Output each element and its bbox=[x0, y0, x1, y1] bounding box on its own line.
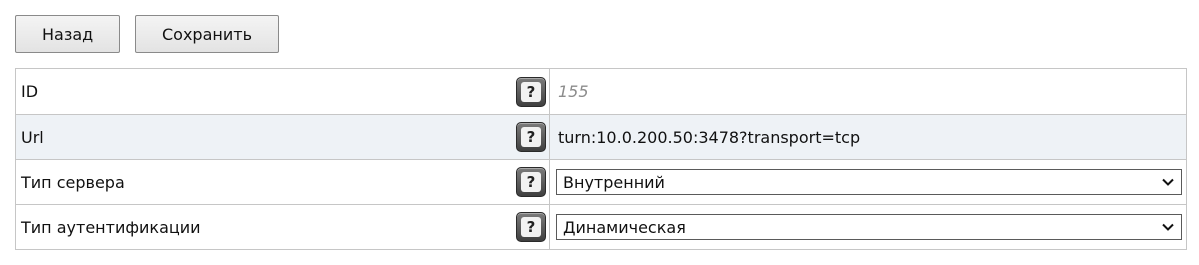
help-glyph: ? bbox=[521, 127, 541, 147]
value-cell: turn:10.0.200.50:3478?transport=tcp bbox=[549, 115, 1186, 159]
help-question-icon[interactable]: ? bbox=[516, 167, 546, 197]
field-label-server-type: Тип сервера bbox=[21, 172, 125, 192]
auth-type-select[interactable]: Динамическая bbox=[556, 214, 1182, 240]
id-value: 155 bbox=[558, 82, 589, 101]
help-question-icon[interactable]: ? bbox=[516, 76, 546, 107]
form-row-url: Url ? turn:10.0.200.50:3478?transport=tc… bbox=[16, 114, 1186, 159]
back-button[interactable]: Назад bbox=[15, 15, 120, 53]
help-glyph: ? bbox=[521, 217, 541, 237]
label-cell: Тип аутентификации ? bbox=[16, 205, 549, 249]
help-question-icon[interactable]: ? bbox=[516, 212, 546, 242]
form-row-server-type: Тип сервера ? Внутренний bbox=[16, 159, 1186, 204]
label-cell: ID ? bbox=[16, 69, 549, 114]
field-label-id: ID bbox=[21, 82, 39, 101]
server-type-selected-value: Внутренний bbox=[563, 172, 665, 192]
url-value[interactable]: turn:10.0.200.50:3478?transport=tcp bbox=[556, 128, 860, 147]
chevron-down-icon bbox=[1162, 223, 1174, 231]
value-cell: 155 bbox=[549, 69, 1186, 114]
value-cell: Внутренний bbox=[549, 160, 1186, 204]
help-glyph: ? bbox=[521, 172, 541, 192]
value-cell: Динамическая bbox=[549, 205, 1186, 249]
form-row-id: ID ? 155 bbox=[16, 69, 1186, 114]
field-label-url: Url bbox=[21, 127, 44, 147]
settings-form: ID ? 155 Url ? turn:10.0.200.50:3478?tra… bbox=[15, 68, 1187, 250]
auth-type-selected-value: Динамическая bbox=[563, 217, 686, 237]
label-cell: Url ? bbox=[16, 115, 549, 159]
field-label-auth-type: Тип аутентификации bbox=[21, 217, 201, 237]
server-type-select[interactable]: Внутренний bbox=[556, 169, 1182, 195]
help-question-icon[interactable]: ? bbox=[516, 122, 546, 152]
toolbar: Назад Сохранить bbox=[15, 15, 279, 53]
save-button[interactable]: Сохранить bbox=[135, 15, 279, 53]
help-glyph: ? bbox=[521, 81, 541, 102]
label-cell: Тип сервера ? bbox=[16, 160, 549, 204]
chevron-down-icon bbox=[1162, 178, 1174, 186]
form-row-auth-type: Тип аутентификации ? Динамическая bbox=[16, 204, 1186, 249]
